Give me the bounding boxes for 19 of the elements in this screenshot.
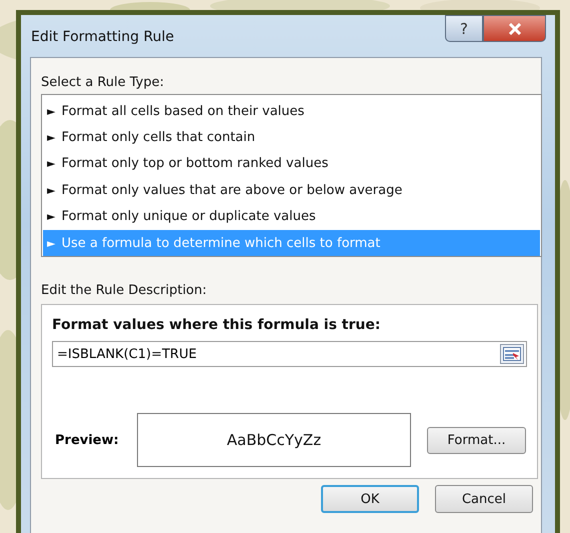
rule-type-item[interactable]: ► Format all cells based on their values xyxy=(43,98,540,124)
format-button[interactable]: Format... xyxy=(427,426,526,454)
range-picker-icon[interactable] xyxy=(500,344,524,364)
formula-field[interactable]: =ISBLANK(C1)=TRUE xyxy=(52,341,527,368)
rule-type-item[interactable]: ► Format only values that are above or below average xyxy=(43,177,540,204)
rule-type-item[interactable]: ► Format only unique or duplicate values xyxy=(43,204,540,230)
cancel-button[interactable]: Cancel xyxy=(435,485,533,514)
window-title: Edit Formatting Rule xyxy=(31,29,174,45)
rule-type-item[interactable]: ► Format only top or bottom ranked values xyxy=(43,150,540,178)
section-label: Edit the Rule Description: xyxy=(41,283,208,298)
formula-heading: Format values where this formula is true: xyxy=(52,317,382,334)
close-button[interactable] xyxy=(483,15,546,42)
ok-button[interactable]: OK xyxy=(321,485,419,514)
close-icon xyxy=(508,22,522,34)
rule-type-item[interactable]: ► Format only cells that contain xyxy=(43,124,540,151)
help-button[interactable]: ? xyxy=(445,15,483,42)
preview-label: Preview: xyxy=(54,432,120,448)
section-label: Select a Rule Type: xyxy=(41,75,166,90)
preview-box: AaBbCcYyZz xyxy=(137,413,411,468)
